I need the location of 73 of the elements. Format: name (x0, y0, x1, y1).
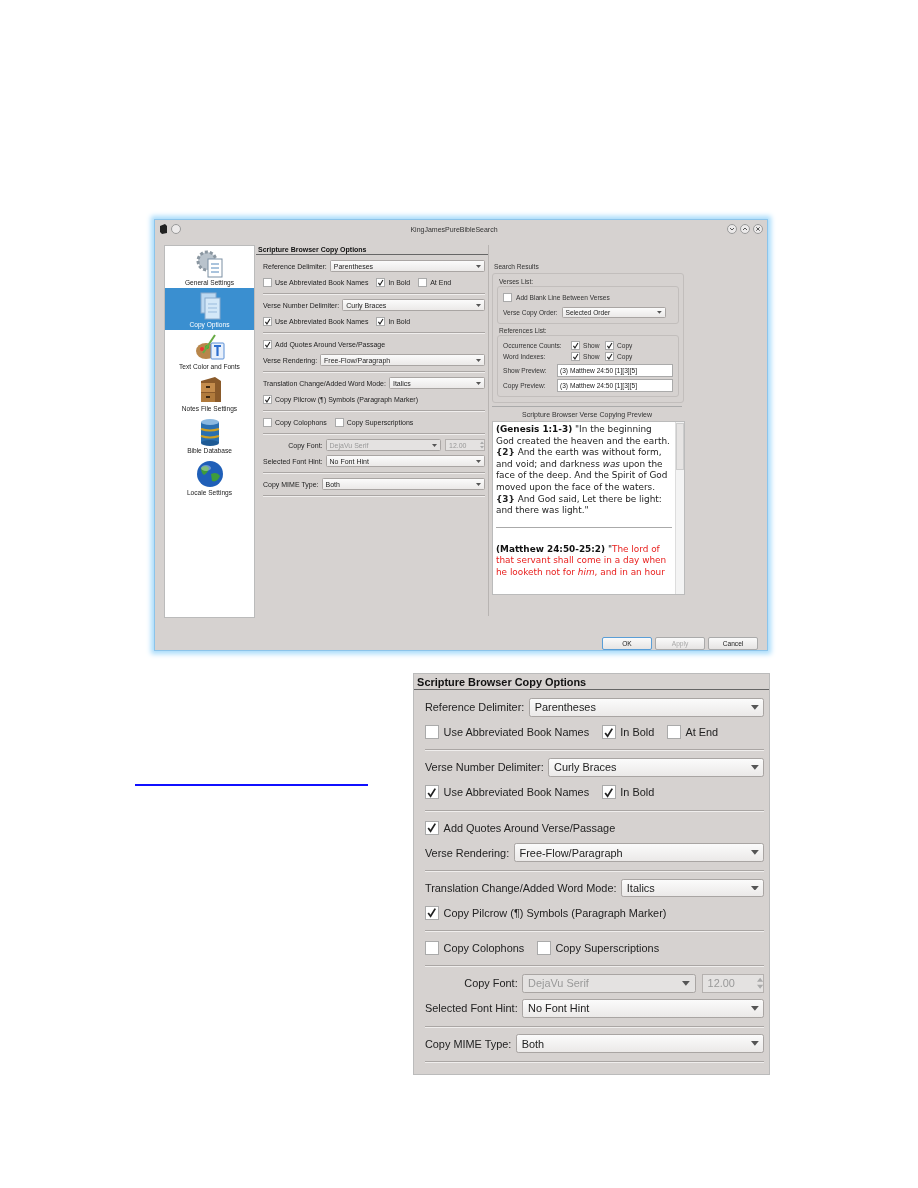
checkbox[interactable] (605, 352, 614, 361)
checkbox[interactable] (263, 339, 272, 349)
field-label: Translation Change/Added Word Mode: (424, 881, 617, 894)
checkbox[interactable] (376, 277, 386, 287)
dropdown[interactable]: Italics (621, 878, 765, 898)
spin-arrows-icon (480, 441, 484, 449)
caret-icon (750, 885, 759, 891)
checkbox-label: Use Abbreviated Book Names (443, 786, 590, 799)
palette-brushes-icon (194, 333, 225, 363)
spin-arrows-icon (757, 977, 764, 990)
checkbox-label: Copy Colophons (443, 942, 525, 955)
scrollbar[interactable] (675, 422, 684, 594)
caret-icon (476, 303, 481, 307)
checkbox-label: Use Abbreviated Book Names (443, 726, 590, 739)
dropdown[interactable]: Both (516, 1034, 765, 1054)
caret-icon (750, 1006, 759, 1011)
caret-icon (476, 358, 481, 362)
dropdown[interactable]: Parentheses (529, 697, 765, 717)
checkbox[interactable] (263, 316, 272, 326)
checkbox-label: In Bold (620, 786, 655, 799)
dropdown[interactable]: Curly Braces (548, 758, 765, 777)
checkbox[interactable] (263, 277, 272, 287)
checkbox[interactable] (571, 341, 580, 350)
field-label: Reference Delimiter: (424, 701, 525, 714)
checkbox[interactable] (601, 785, 616, 800)
checkbox-label: Copy Superscriptions (555, 942, 660, 955)
dropdown[interactable]: Free-Flow/Paragraph (513, 843, 765, 862)
caret-icon (476, 459, 481, 463)
field-label: Copy MIME Type: (424, 1037, 512, 1050)
caret-icon (750, 1041, 759, 1046)
caret-icon (750, 765, 759, 770)
caret-icon (432, 443, 437, 447)
book-icon (159, 224, 168, 234)
checkbox[interactable] (571, 352, 580, 361)
verse-paragraph: (Genesis 1:1-3) "In the beginning God created the heaven and the earth. {2} And the earth was without form, and void; and darkness was upon the face of the deep. And the Spirit of God moved upon the face of the waters. {3} And God said, Let there be light: and there was light." (496, 424, 670, 516)
caret-icon (476, 482, 481, 486)
verse-paragraph: (Matthew 24:50-25:2) "The lord of that servant shall come in a day when he looketh not for him, and in an hour (496, 543, 667, 577)
checkbox[interactable] (263, 394, 272, 404)
checkbox[interactable] (263, 417, 272, 427)
checkbox[interactable] (424, 905, 439, 920)
checkbox[interactable] (424, 785, 439, 800)
caret-icon (657, 311, 662, 314)
checkbox-label: Copy Pilcrow (¶) Symbols (Paragraph Marker) (443, 906, 667, 919)
caret-icon (750, 704, 759, 710)
field-label: Verse Rendering: (424, 846, 510, 859)
checkbox[interactable] (601, 725, 616, 740)
checkbox[interactable] (605, 341, 614, 350)
field-label: Verse Number Delimiter: (424, 761, 544, 774)
caret-icon (476, 381, 481, 385)
checkbox-label: In Bold (620, 726, 655, 739)
checkbox[interactable] (424, 820, 439, 835)
checkbox-label: At End (685, 726, 719, 739)
checkbox[interactable] (424, 941, 439, 956)
checkbox[interactable] (418, 277, 428, 287)
close-button[interactable] (753, 224, 763, 234)
caret-icon (476, 264, 481, 268)
checkbox[interactable] (536, 941, 551, 956)
caret-icon (682, 981, 691, 986)
maximize-button[interactable] (740, 224, 750, 234)
checkbox-label: Add Quotes Around Verse/Passage (443, 821, 616, 834)
checkbox[interactable] (334, 417, 344, 427)
field-label: Selected Font Hint: (424, 1002, 518, 1015)
checkbox[interactable] (503, 293, 512, 302)
field-label: Copy Font: (464, 977, 518, 990)
caret-icon (750, 850, 759, 855)
gear-document-icon (194, 249, 225, 279)
globe-icon (194, 459, 225, 489)
minimize-button[interactable] (727, 224, 737, 234)
checkbox[interactable] (376, 316, 386, 326)
dropdown[interactable]: No Font Hint (522, 999, 765, 1018)
panel-title: Scripture Browser Copy Options (414, 674, 769, 691)
checkbox[interactable] (666, 725, 681, 740)
checkbox[interactable] (424, 725, 439, 740)
